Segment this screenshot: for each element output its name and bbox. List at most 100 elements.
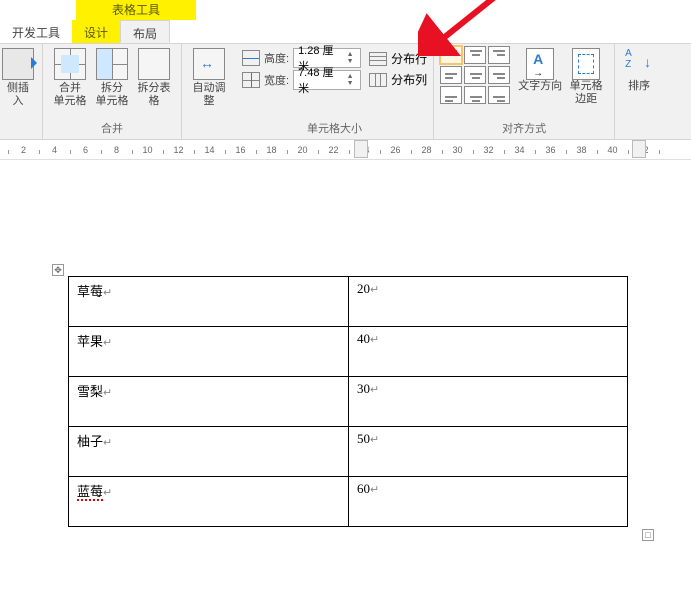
contextual-tab-title: 表格工具	[76, 0, 196, 20]
table-cell[interactable]: 30↵	[349, 377, 628, 427]
width-value: 7.48 厘米	[298, 64, 344, 96]
height-spinner[interactable]: ▲▼	[344, 51, 356, 65]
width-spinner[interactable]: ▲▼	[344, 73, 356, 87]
autofit-button[interactable]: 自动调整	[188, 46, 230, 110]
ruler-tick-label: 26	[390, 145, 400, 155]
split-table-icon	[138, 48, 170, 80]
group-data-spacer	[621, 122, 657, 140]
paragraph-mark-icon: ↵	[103, 387, 112, 399]
alignment-grid	[440, 46, 510, 104]
group-merge: 合并 单元格 拆分 单元格 拆分表格 合并	[43, 44, 182, 140]
split-table-label: 拆分表格	[135, 82, 173, 108]
ruler-tick-mark	[566, 150, 567, 154]
table-cell[interactable]: 40↵	[349, 327, 628, 377]
ruler-column-break-1[interactable]	[354, 140, 368, 158]
table-cell[interactable]: 柚子↵	[69, 427, 349, 477]
table-cell[interactable]: 50↵	[349, 427, 628, 477]
ruler-tick-mark	[349, 150, 350, 154]
sort-button[interactable]: 排序	[621, 46, 657, 95]
cell-margins-button[interactable]: 单元格 边距	[564, 46, 608, 108]
align-middle-right-button[interactable]	[488, 66, 510, 84]
align-top-left-button[interactable]	[440, 46, 462, 64]
ruler-tick-label: 8	[114, 145, 119, 155]
insert-right-icon	[2, 48, 34, 80]
ruler-tick-mark	[318, 150, 319, 154]
cell-margins-icon	[572, 48, 600, 80]
table-row[interactable]: 草莓↵20↵	[69, 277, 628, 327]
ruler-tick-mark	[597, 150, 598, 154]
ruler-tick-label: 16	[235, 145, 245, 155]
ruler-tick-label: 30	[452, 145, 462, 155]
ruler-tick-mark	[225, 150, 226, 154]
ribbon: 侧插入 合并 单元格 拆分 单元格 拆分表格 合并	[0, 44, 691, 140]
table-cell[interactable]: 60↵	[349, 477, 628, 527]
autofit-label: 自动调整	[190, 82, 228, 108]
table-cell[interactable]: 苹果↵	[69, 327, 349, 377]
paragraph-mark-icon: ↵	[103, 337, 112, 349]
distribute-cols-icon	[369, 73, 387, 87]
align-middle-center-button[interactable]	[464, 66, 486, 84]
distribute-rows-button[interactable]: 分布行	[369, 50, 427, 67]
align-bottom-right-button[interactable]	[488, 86, 510, 104]
distribute-rows-label: 分布行	[391, 50, 427, 67]
distribute-cols-button[interactable]: 分布列	[369, 71, 427, 88]
tab-layout[interactable]: 布局	[120, 20, 170, 43]
table-cell[interactable]: 草莓↵	[69, 277, 349, 327]
ruler-tick-label: 36	[545, 145, 555, 155]
distribute-cols-label: 分布列	[391, 71, 427, 88]
table-row[interactable]: 苹果↵40↵	[69, 327, 628, 377]
document-table[interactable]: 草莓↵20↵苹果↵40↵雪梨↵30↵柚子↵50↵蓝莓↵60↵	[68, 276, 628, 527]
align-top-center-button[interactable]	[464, 46, 486, 64]
tab-developer[interactable]: 开发工具	[0, 20, 72, 43]
group-cell-size: 高度: 1.28 厘米 ▲▼ 宽度: 7.48 厘米 ▲▼	[236, 44, 434, 140]
height-label: 高度:	[264, 50, 289, 66]
paragraph-mark-icon: ↵	[370, 334, 379, 346]
group-merge-label: 合并	[49, 118, 175, 140]
ruler-tick-label: 4	[52, 145, 57, 155]
horizontal-ruler[interactable]: 24681012141618202224262830323436384042	[0, 140, 691, 160]
ruler-tick-mark	[659, 150, 660, 154]
ruler-tick-mark	[70, 150, 71, 154]
paragraph-mark-icon: ↵	[103, 287, 112, 299]
table-container: 草莓↵20↵苹果↵40↵雪梨↵30↵柚子↵50↵蓝莓↵60↵ □	[68, 276, 640, 527]
ruler-tick-label: 20	[297, 145, 307, 155]
table-row[interactable]: 柚子↵50↵	[69, 427, 628, 477]
text-direction-button[interactable]: 文字方向	[516, 46, 564, 95]
split-cells-label: 拆分 单元格	[96, 82, 129, 108]
autofit-spacer	[188, 122, 230, 140]
width-input[interactable]: 7.48 厘米 ▲▼	[293, 70, 361, 90]
table-cell[interactable]: 雪梨↵	[69, 377, 349, 427]
ruler-tick-mark	[411, 150, 412, 154]
align-bottom-left-button[interactable]	[440, 86, 462, 104]
insert-side-label: 侧插入	[2, 82, 34, 108]
cell-margins-label: 单元格 边距	[570, 80, 603, 106]
table-cell[interactable]: 蓝莓↵	[69, 477, 349, 527]
ruler-tick-mark	[473, 150, 474, 154]
ruler-tick-mark	[442, 150, 443, 154]
insert-side-button[interactable]: 侧插入	[0, 46, 36, 110]
table-row[interactable]: 雪梨↵30↵	[69, 377, 628, 427]
paragraph-mark-icon: ↵	[370, 434, 379, 446]
align-bottom-center-button[interactable]	[464, 86, 486, 104]
ruler-tick-mark	[628, 150, 629, 154]
table-move-handle[interactable]	[52, 264, 64, 276]
ruler-tick-mark	[287, 150, 288, 154]
ruler-column-break-2[interactable]	[632, 140, 646, 158]
merge-cells-button[interactable]: 合并 单元格	[49, 46, 91, 110]
split-cells-icon	[96, 48, 128, 80]
ruler-tick-mark	[194, 150, 195, 154]
document-area[interactable]: 草莓↵20↵苹果↵40↵雪梨↵30↵柚子↵50↵蓝莓↵60↵ □	[0, 180, 691, 591]
paragraph-mark-icon: ↵	[370, 284, 379, 296]
align-middle-left-button[interactable]	[440, 66, 462, 84]
ruler-tick-mark	[380, 150, 381, 154]
tab-design[interactable]: 设计	[72, 20, 120, 43]
table-cell[interactable]: 20↵	[349, 277, 628, 327]
align-top-right-button[interactable]	[488, 46, 510, 64]
paragraph-mark-icon: ↵	[370, 484, 379, 496]
table-row[interactable]: 蓝莓↵60↵	[69, 477, 628, 527]
split-table-button[interactable]: 拆分表格	[133, 46, 175, 110]
table-resize-handle[interactable]: □	[642, 529, 654, 541]
text-direction-icon	[526, 48, 554, 80]
paragraph-mark-icon: ↵	[103, 437, 112, 449]
split-cells-button[interactable]: 拆分 单元格	[91, 46, 133, 110]
